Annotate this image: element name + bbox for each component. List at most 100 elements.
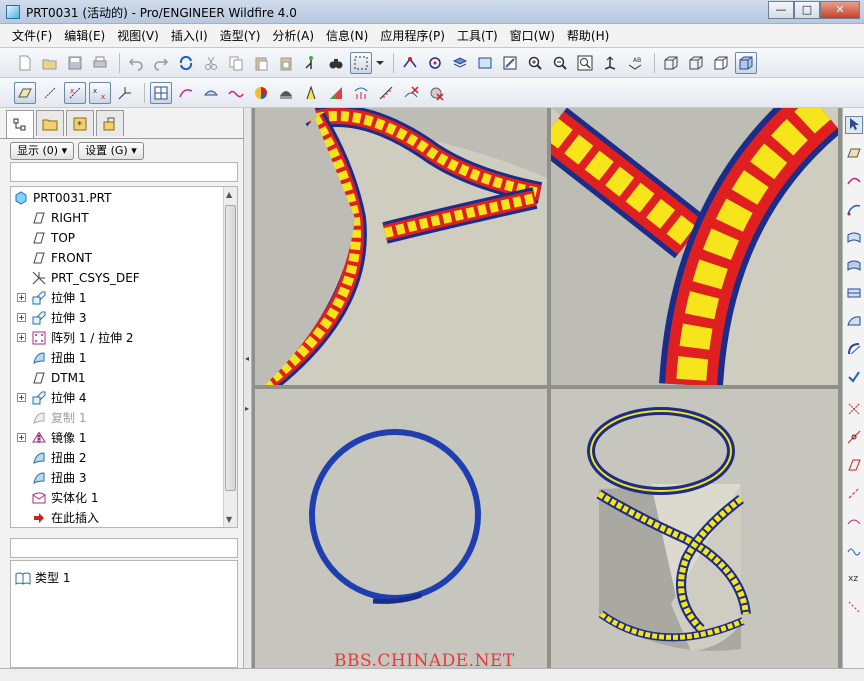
csys-axes-icon[interactable] xyxy=(114,82,136,104)
folder-browser-tab-icon[interactable] xyxy=(36,110,64,136)
curve-icon[interactable] xyxy=(175,82,197,104)
paste-icon[interactable] xyxy=(250,52,272,74)
connections-tab-icon[interactable] xyxy=(96,110,124,136)
selection-box-icon[interactable] xyxy=(350,51,372,74)
csys-display-icon[interactable]: xx xyxy=(89,81,111,104)
delete-analysis-icon[interactable] xyxy=(400,82,422,104)
view-isometric[interactable] xyxy=(551,389,838,668)
reflection-icon[interactable] xyxy=(325,82,347,104)
reorient-icon[interactable] xyxy=(599,52,621,74)
datum-plane-display-icon[interactable] xyxy=(14,81,36,104)
panel-sash[interactable]: ◂ ▸ xyxy=(244,108,252,668)
tree-item-root[interactable]: PRT0031.PRT xyxy=(13,189,111,207)
refit-icon[interactable] xyxy=(574,52,596,74)
open-file-icon[interactable] xyxy=(39,52,61,74)
view-top[interactable] xyxy=(255,389,547,668)
orient-icon[interactable] xyxy=(499,52,521,74)
model-tree-icon[interactable] xyxy=(300,52,322,74)
draft-check-icon[interactable] xyxy=(300,82,322,104)
collapse-left-icon[interactable]: ◂ xyxy=(245,354,249,363)
wrap-tool-icon[interactable] xyxy=(845,542,863,560)
shading-icon[interactable] xyxy=(735,51,757,74)
spin-center-icon[interactable] xyxy=(424,52,446,74)
hidden-line-icon[interactable] xyxy=(685,52,707,74)
menu-help[interactable]: 帮助(H) xyxy=(561,25,615,47)
render-icon[interactable] xyxy=(275,82,297,104)
tree-item-dtm1[interactable]: DTM1 xyxy=(31,369,86,387)
tree-item-warp-1[interactable]: 扭曲 1 xyxy=(31,349,86,367)
saved-views-icon[interactable]: AB xyxy=(624,52,646,74)
surface-icon[interactable] xyxy=(200,82,222,104)
offset-analysis-icon[interactable] xyxy=(350,82,372,104)
tree-scrollbar[interactable]: ▲ ▼ xyxy=(223,187,237,527)
point-display-icon[interactable]: x xyxy=(64,81,86,104)
merge-tool-icon[interactable]: xz xyxy=(845,570,863,588)
favorites-tab-icon[interactable]: * xyxy=(66,110,94,136)
revolve-tool-icon[interactable] xyxy=(845,258,863,276)
extend-tool-icon[interactable] xyxy=(845,486,863,504)
menu-style[interactable]: 造型(Y) xyxy=(214,25,267,47)
settings-dropdown[interactable]: 设置 (G) ▾ xyxy=(78,142,144,160)
paste-special-icon[interactable] xyxy=(275,52,297,74)
hide-analysis-icon[interactable] xyxy=(425,82,447,104)
type-item[interactable]: 类型 1 xyxy=(15,569,70,586)
expand-toggle[interactable]: + xyxy=(17,393,26,402)
offset-tool-icon[interactable] xyxy=(845,458,863,476)
save-icon[interactable] xyxy=(64,52,86,74)
tree-item-extrude-1[interactable]: 拉伸 1 xyxy=(31,289,86,307)
trim-tool-icon[interactable] xyxy=(845,402,863,420)
print-icon[interactable] xyxy=(89,52,111,74)
menu-window[interactable]: 窗口(W) xyxy=(504,25,561,47)
tree-item-warp-3[interactable]: 扭曲 3 xyxy=(31,469,86,487)
tree-scrollbar-thumb[interactable] xyxy=(225,205,236,491)
sketch-tool-icon[interactable] xyxy=(150,81,172,104)
new-file-icon[interactable] xyxy=(14,52,36,74)
tree-item-extrude-4[interactable]: 拉伸 4 xyxy=(31,389,86,407)
menu-applications[interactable]: 应用程序(P) xyxy=(374,25,451,47)
tree-item-csys[interactable]: PRT_CSYS_DEF xyxy=(31,269,140,287)
expand-toggle[interactable]: + xyxy=(17,293,26,302)
expand-toggle[interactable]: + xyxy=(17,313,26,322)
menu-edit[interactable]: 编辑(E) xyxy=(58,25,111,47)
sweep-tool-icon[interactable] xyxy=(845,286,863,304)
close-button[interactable]: ✕ xyxy=(820,1,860,19)
hair-analysis-icon[interactable] xyxy=(375,82,397,104)
layers-icon[interactable] xyxy=(449,52,471,74)
menu-insert[interactable]: 插入(I) xyxy=(165,25,214,47)
zoom-out-icon[interactable] xyxy=(549,52,571,74)
select-arrow-icon[interactable] xyxy=(845,116,863,134)
tree-item-warp-2[interactable]: 扭曲 2 xyxy=(31,449,86,467)
blend-tool-icon[interactable] xyxy=(845,314,863,332)
minimize-button[interactable]: — xyxy=(768,1,794,19)
menu-file[interactable]: 文件(F) xyxy=(6,25,58,47)
tree-item-pattern-1[interactable]: 阵列 1 / 拉伸 2 xyxy=(31,329,134,347)
model-tree-tab-icon[interactable] xyxy=(6,110,34,138)
undo-icon[interactable] xyxy=(125,52,147,74)
chevron-down-icon[interactable] xyxy=(375,52,385,74)
color-appearance-icon[interactable] xyxy=(250,82,272,104)
wireframe-icon[interactable] xyxy=(660,52,682,74)
datum-curve-icon[interactable] xyxy=(845,202,863,220)
datum-point-icon[interactable] xyxy=(399,52,421,74)
check-mark-icon[interactable] xyxy=(845,370,863,388)
project-tool-icon[interactable] xyxy=(845,514,863,532)
expand-right-icon[interactable]: ▸ xyxy=(245,404,249,413)
find-icon[interactable] xyxy=(325,52,347,74)
wave-curve-icon[interactable] xyxy=(225,82,247,104)
tree-item-solidify-1[interactable]: 实体化 1 xyxy=(31,489,98,507)
extrude-tool-icon[interactable] xyxy=(845,230,863,248)
expand-toggle[interactable]: + xyxy=(17,433,26,442)
tree-item-extrude-3[interactable]: 拉伸 3 xyxy=(31,309,86,327)
maximize-button[interactable]: □ xyxy=(794,1,820,19)
view-manager-icon[interactable] xyxy=(474,52,496,74)
cut-icon[interactable] xyxy=(200,52,222,74)
menu-info[interactable]: 信息(N) xyxy=(320,25,374,47)
intersect-tool-icon[interactable] xyxy=(845,430,863,448)
display-dropdown[interactable]: 显示 (0) ▾ xyxy=(10,142,75,160)
view-close-up-right[interactable] xyxy=(551,108,838,385)
scroll-down-icon[interactable]: ▼ xyxy=(226,515,232,524)
view-close-up-left[interactable] xyxy=(255,108,547,385)
pattern-tool-icon[interactable] xyxy=(845,600,863,618)
graphics-area[interactable] xyxy=(252,108,842,668)
tree-item-copy-1[interactable]: 复制 1 xyxy=(31,409,86,427)
